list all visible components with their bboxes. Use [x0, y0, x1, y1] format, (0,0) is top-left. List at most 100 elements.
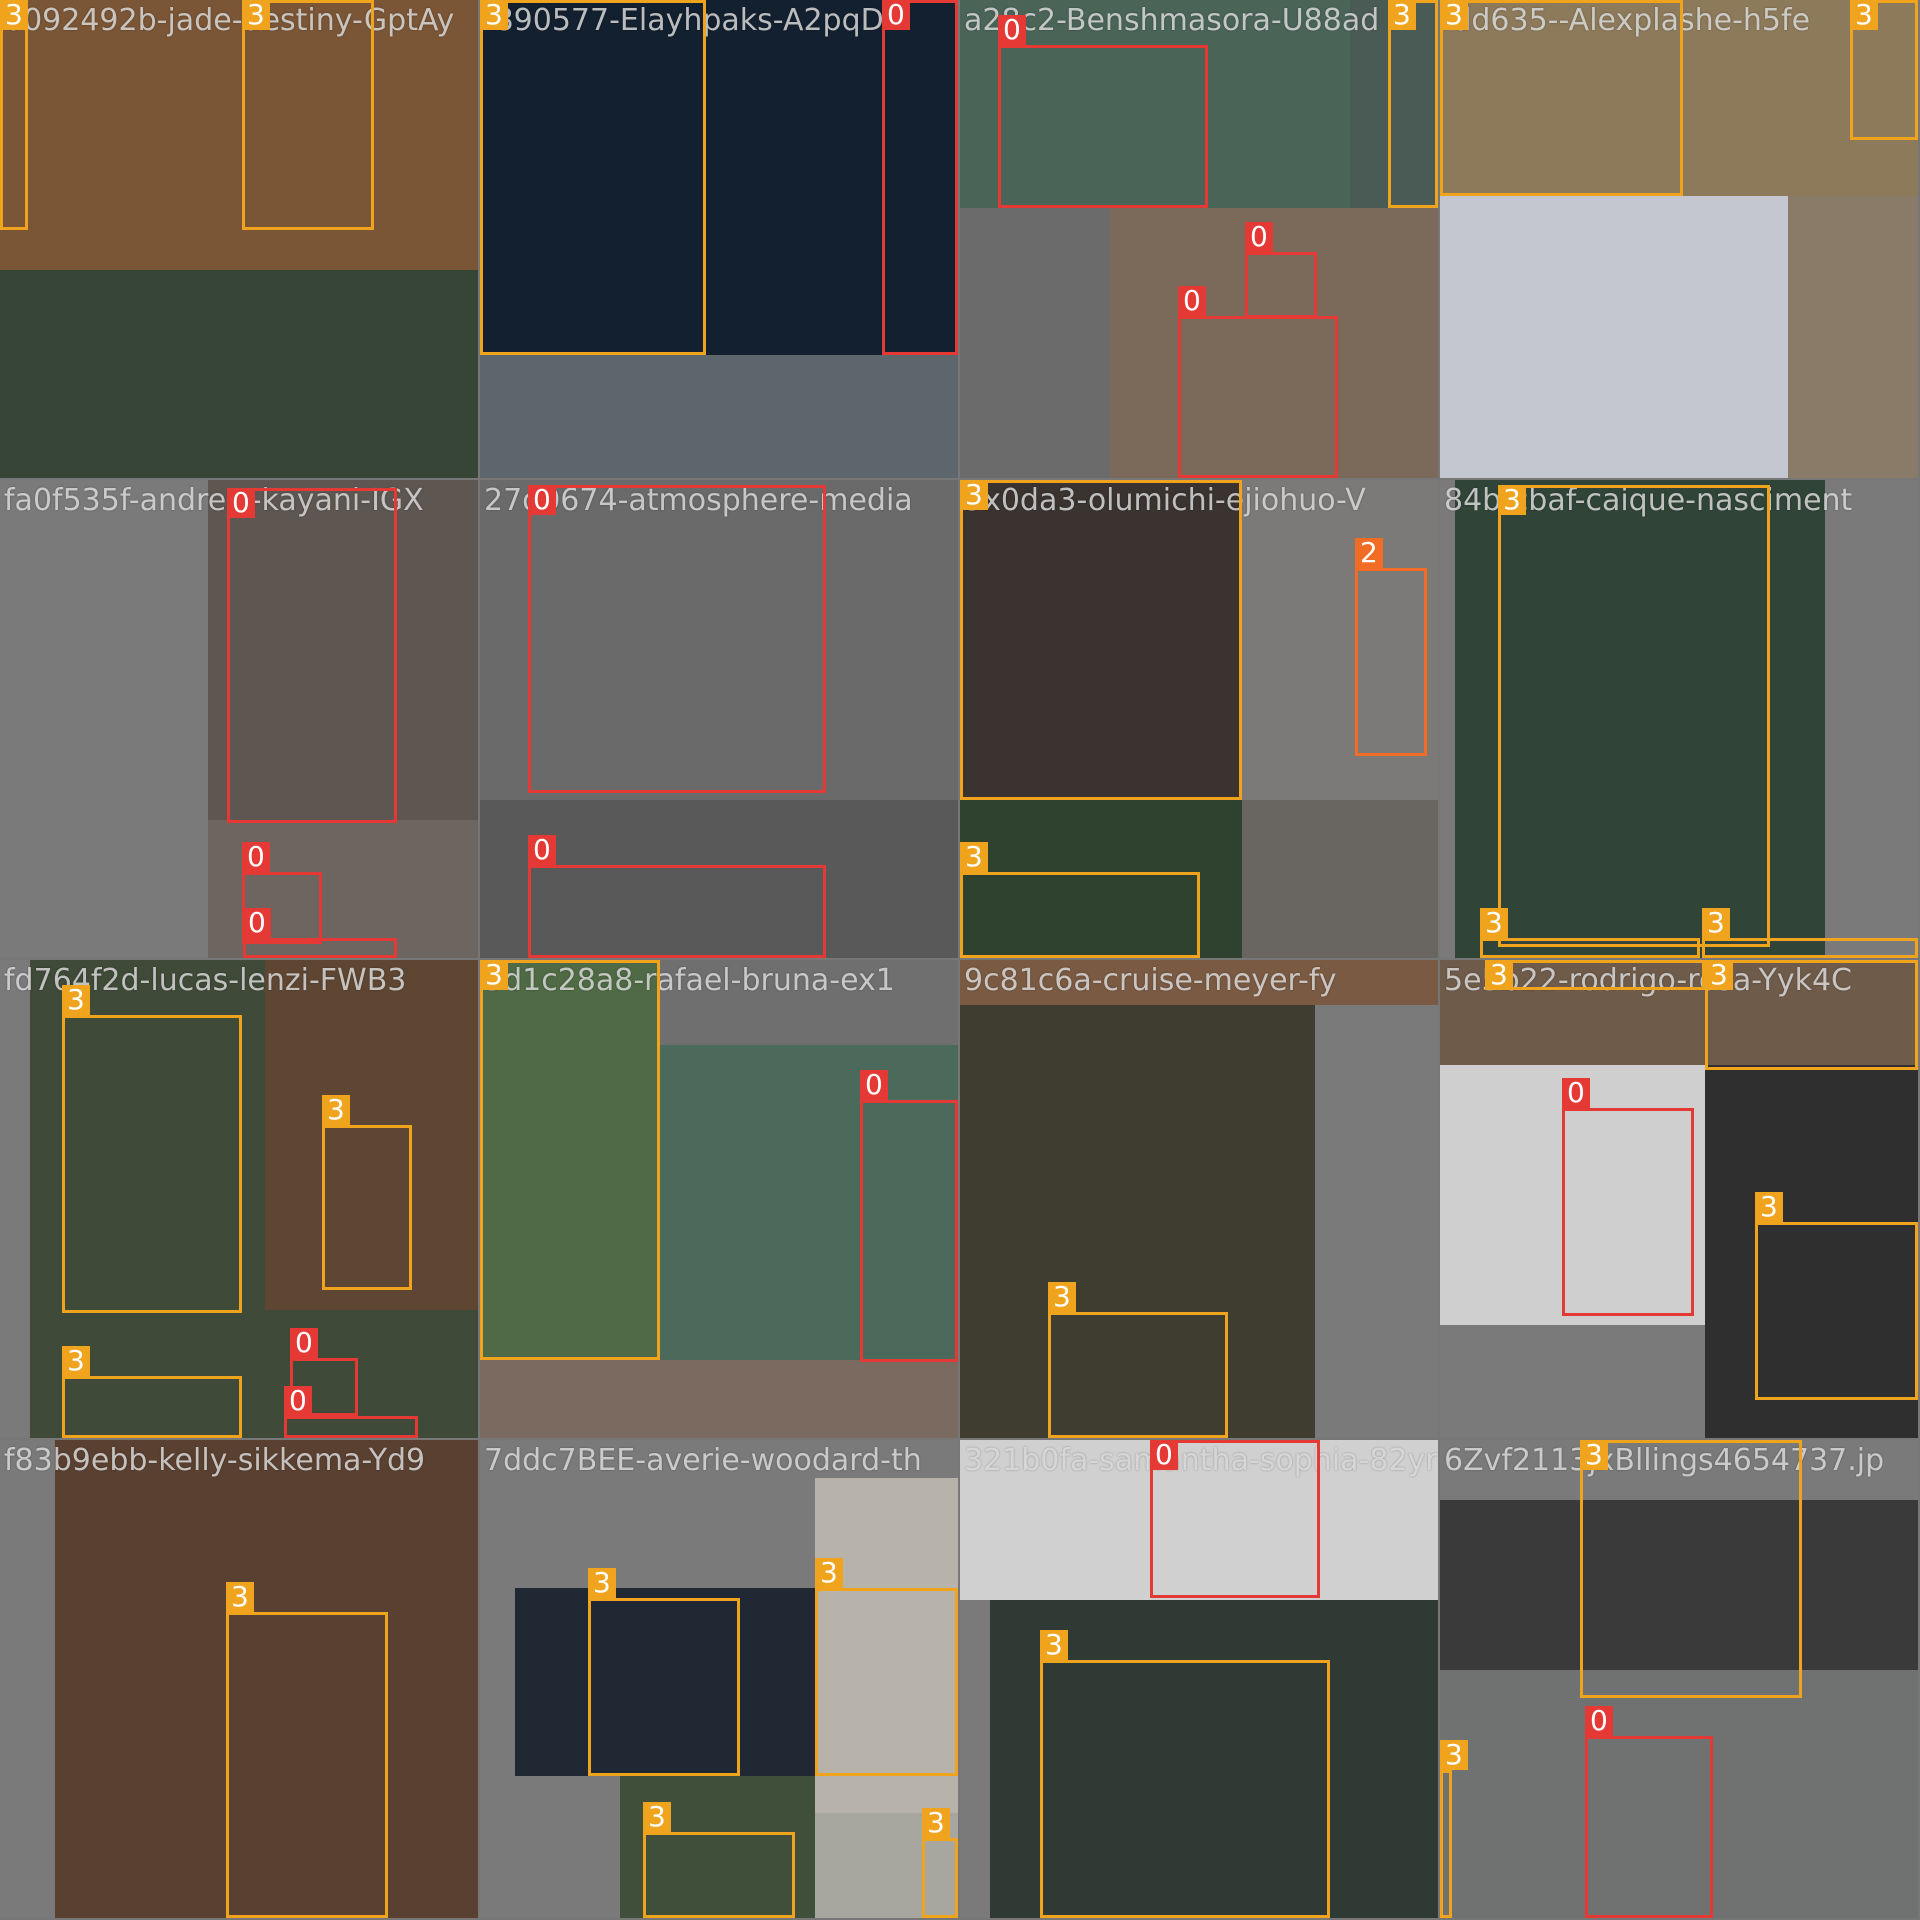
class-label: 3 [1388, 0, 1416, 30]
bounding-box: 3 [1702, 908, 1918, 958]
class-label: 3 [1702, 908, 1730, 938]
bounding-box: 3 [1440, 1740, 1468, 1918]
bounding-box: 3 [62, 1346, 242, 1438]
bounding-box: 3 [480, 960, 660, 1360]
class-label: 0 [1585, 1706, 1613, 1736]
bounding-box: 0 [243, 908, 397, 958]
mosaic-tile: 321b0fa-samantha-sophia-82yr 0 3 [960, 1440, 1438, 1918]
mosaic-tile: ldd635--Alexplashe-h5fe 3 3 [1440, 0, 1918, 478]
bounding-box: 3 [1440, 0, 1683, 196]
bounding-box: 3 [322, 1095, 412, 1290]
bounding-box: 3 [960, 842, 1200, 958]
bounding-box: 3 [922, 1808, 958, 1918]
bounding-box: 3 [643, 1802, 795, 1918]
mosaic-tile: fa0f535f-andrew-kayani-IGX 0 0 0 [0, 480, 478, 958]
class-label: 0 [290, 1328, 318, 1358]
bounding-box: 3 [1480, 908, 1700, 958]
mosaic-tile: 27d0674-atmosphere-media 0 0 [480, 480, 958, 958]
mosaic-tile: 0092492b-jade-destiny-GptAy 3 3 [0, 0, 478, 478]
class-label: 3 [242, 0, 270, 30]
mosaic-tile: f83b9ebb-kelly-sikkema-Yd9 3 [0, 1440, 478, 1918]
tile-title: 7ddc7BEE-averie-woodard-th [484, 1443, 922, 1478]
bounding-box: 3 [226, 1582, 388, 1918]
class-label: 3 [1580, 1440, 1608, 1470]
class-label: 0 [1562, 1078, 1590, 1108]
bounding-box: 0 [882, 0, 958, 355]
image-chunk [0, 0, 478, 270]
class-label: 3 [0, 0, 28, 30]
class-label: 2 [1355, 538, 1383, 568]
mosaic-tile: 84bfcbaf-caique-nasciment 3 3 3 [1440, 480, 1918, 958]
bounding-box: 3 [1388, 0, 1438, 208]
class-label: 3 [1048, 1282, 1076, 1312]
bounding-box: 3 [1580, 1440, 1802, 1698]
class-label: 3 [1498, 485, 1526, 515]
class-label: 3 [1485, 960, 1513, 990]
class-label: 3 [815, 1558, 843, 1588]
bounding-box: 3 [1705, 960, 1918, 1070]
bounding-box: 0 [998, 15, 1208, 208]
tile-title: f83b9ebb-kelly-sikkema-Yd9 [4, 1443, 426, 1478]
bounding-box: 3 [815, 1558, 958, 1776]
image-chunk [1242, 800, 1438, 958]
class-label: 0 [242, 842, 270, 872]
bounding-box: 0 [1585, 1706, 1713, 1918]
class-label: 3 [1440, 1740, 1468, 1770]
tile-title: 0092492b-jade-destiny-GptAy [4, 3, 455, 38]
mosaic-tile: 5e5b22-rodrigo-rosa-Yyk4C 3 3 0 3 [1440, 960, 1918, 1438]
class-label: 3 [960, 480, 988, 510]
class-label: 3 [1040, 1630, 1068, 1660]
image-chunk [960, 208, 1110, 478]
bounding-box: 0 [528, 485, 826, 793]
tile-title: a28c2-Benshmasora-U88ad [964, 3, 1380, 38]
bounding-box: 0 [528, 835, 826, 958]
bounding-box: 3 [480, 0, 706, 355]
image-chunk [1440, 196, 1788, 478]
bounding-box: 3 [1850, 0, 1918, 140]
bounding-box: 0 [860, 1070, 958, 1362]
mosaic-tile: fd764f2d-lucas-lenzi-FWB3 3 3 3 0 0 [0, 960, 478, 1438]
class-label: 3 [62, 1346, 90, 1376]
class-label: 0 [1150, 1440, 1178, 1470]
class-label: 3 [588, 1568, 616, 1598]
mosaic-tile: 7ddc7BEE-averie-woodard-th 3 3 3 3 [480, 1440, 958, 1918]
class-label: 3 [1850, 0, 1878, 30]
class-label: 3 [480, 0, 508, 30]
class-label: 0 [860, 1070, 888, 1100]
bounding-box: 3 [1040, 1630, 1330, 1918]
bounding-box: 3 [1498, 485, 1770, 947]
class-label: 0 [1178, 286, 1206, 316]
tile-title: 9c81c6a-cruise-meyer-fy [964, 963, 1337, 998]
class-label: 3 [960, 842, 988, 872]
mosaic-tile: 5x0da3-olumichi-ejiohuo-V 3 2 3 [960, 480, 1438, 958]
class-label: 3 [1755, 1192, 1783, 1222]
class-label: 0 [528, 835, 556, 865]
mosaic-tile: a28c2-Benshmasora-U88ad 0 3 0 0 [960, 0, 1438, 478]
mosaic-canvas: 0092492b-jade-destiny-GptAy 3 3 f890577-Ela… [0, 0, 1920, 1920]
class-label: 0 [227, 488, 255, 518]
class-label: 0 [284, 1386, 312, 1416]
mosaic-tile: 5d1c28a8-rafael-bruna-ex1 3 0 [480, 960, 958, 1438]
bounding-box: 3 [960, 480, 1242, 800]
mosaic-tile: 6Zvf2113jxBllings4654737.jp 3 0 3 [1440, 1440, 1918, 1918]
image-chunk [1788, 196, 1918, 478]
bounding-box: 0 [1562, 1078, 1694, 1316]
bounding-box: 3 [242, 0, 374, 230]
class-label: 0 [528, 485, 556, 515]
class-label: 3 [226, 1582, 254, 1612]
class-label: 3 [1480, 908, 1508, 938]
class-label: 0 [882, 0, 910, 30]
bounding-box: 3 [1755, 1192, 1918, 1400]
bounding-box: 0 [1245, 222, 1317, 318]
class-label: 3 [1705, 960, 1733, 990]
class-label: 3 [480, 960, 508, 990]
class-label: 3 [322, 1095, 350, 1125]
bounding-box: 0 [1178, 286, 1338, 478]
bounding-box: 3 [588, 1568, 740, 1776]
bounding-box: 3 [62, 985, 242, 1313]
class-label: 3 [1440, 0, 1468, 30]
image-chunk [480, 1360, 958, 1438]
bounding-box: 3 [1048, 1282, 1228, 1438]
class-label: 0 [998, 15, 1026, 45]
mosaic-tile: 9c81c6a-cruise-meyer-fy 3 [960, 960, 1438, 1438]
